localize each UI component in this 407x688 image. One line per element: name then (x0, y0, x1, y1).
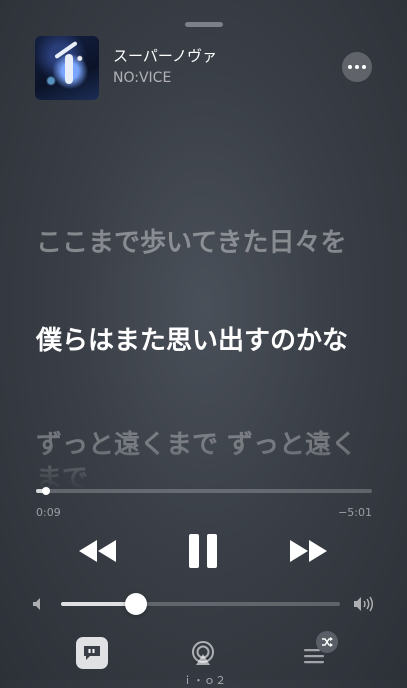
pause-icon (189, 534, 217, 568)
more-options-button[interactable] (342, 52, 372, 82)
speaker-high-icon (354, 596, 373, 612)
airplay-icon (192, 641, 214, 665)
artist-name[interactable]: NO:VICE (113, 70, 171, 86)
rewind-button[interactable] (76, 534, 120, 568)
airplay-device-label: ｉ・ｏ２ (182, 674, 226, 687)
shuffle-indicator[interactable] (316, 631, 338, 653)
volume-knob[interactable] (125, 593, 148, 615)
shuffle-icon (322, 637, 333, 647)
scrubber-knob[interactable] (42, 487, 51, 495)
lyric-line-previous[interactable]: ここまで歩いてきた日々を (36, 226, 376, 260)
album-artwork[interactable] (35, 36, 99, 100)
lyrics-button[interactable] (76, 637, 108, 669)
lyrics-quote-icon (84, 646, 100, 660)
volume-slider[interactable] (61, 593, 340, 615)
airplay-button[interactable] (188, 638, 218, 668)
more-icon (348, 65, 366, 69)
song-title: スーパーノヴァ (113, 47, 217, 65)
fast-forward-icon (290, 540, 327, 562)
pause-button[interactable] (180, 528, 226, 574)
fast-forward-button[interactable] (287, 534, 331, 568)
remaining-time: −5:01 (338, 506, 372, 519)
playback-scrubber[interactable] (36, 487, 372, 495)
rewind-icon (79, 540, 116, 562)
lyric-line-current[interactable]: 僕らはまた思い出すのかな (36, 324, 376, 358)
lyric-line-next[interactable]: ずっと遠くまで ずっと遠くまで (36, 428, 376, 490)
artwork-figure (65, 54, 73, 84)
sheet-grabber[interactable] (185, 22, 223, 27)
elapsed-time: 0:09 (36, 506, 61, 519)
speaker-low-icon (33, 598, 40, 610)
